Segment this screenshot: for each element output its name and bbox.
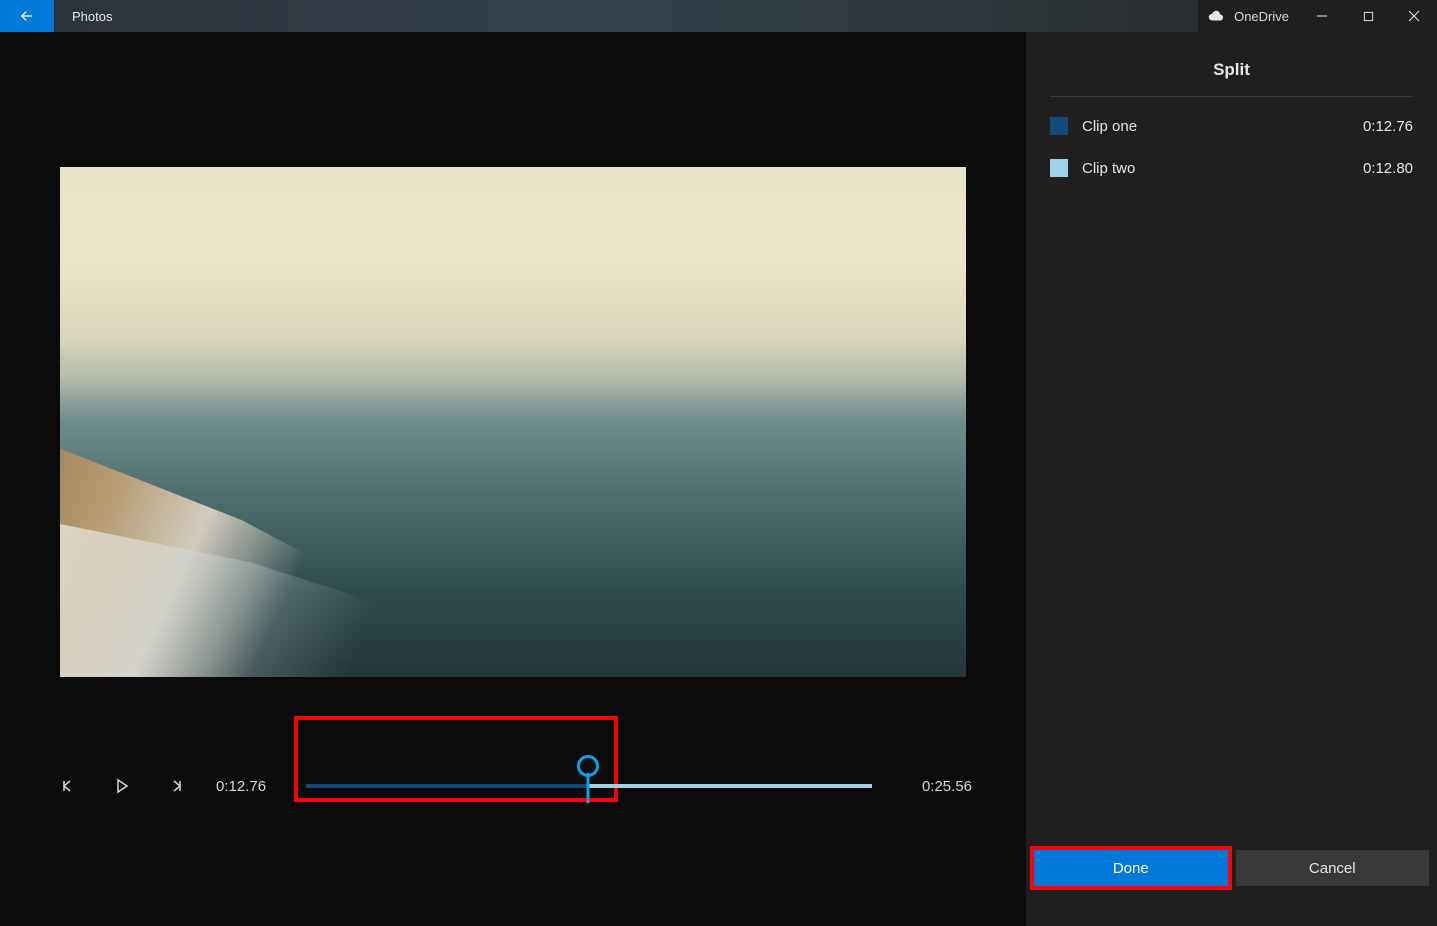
minimize-button[interactable] [1299,0,1345,32]
arrow-left-icon [18,7,36,25]
app-title: Photos [54,0,1198,32]
panel-title: Split [1050,32,1413,97]
clip-row[interactable]: Clip one 0:12.76 [1050,117,1413,135]
current-time: 0:12.76 [216,778,280,795]
maximize-button[interactable] [1345,0,1391,32]
clip-one-segment [306,784,588,788]
done-button-label: Done [1113,860,1149,877]
cancel-button[interactable]: Cancel [1236,850,1430,886]
clip-two-segment [588,784,872,788]
clip-row[interactable]: Clip two 0:12.80 [1050,159,1413,177]
title-bar: Photos OneDrive [0,0,1437,32]
panel-footer: Done Cancel [1026,850,1437,926]
split-handle-stem [587,773,590,803]
split-handle[interactable] [577,775,599,797]
play-icon [114,778,130,794]
clip-label: Clip one [1082,118,1137,135]
clip-duration: 0:12.76 [1363,118,1413,135]
minimize-icon [1316,10,1328,22]
cancel-button-label: Cancel [1309,860,1356,877]
back-button[interactable] [0,0,54,32]
video-preview[interactable] [60,167,966,677]
maximize-icon [1363,11,1374,22]
timeline[interactable] [306,746,872,826]
clip-list: Clip one 0:12.76 Clip two 0:12.80 [1026,97,1437,197]
end-time: 0:25.56 [908,778,972,795]
onedrive-status[interactable]: OneDrive [1198,0,1299,32]
onedrive-label: OneDrive [1234,9,1289,24]
close-button[interactable] [1391,0,1437,32]
cloud-icon [1208,10,1226,22]
previous-frame-button[interactable] [54,772,82,800]
preview-pane: 0:12.76 0:25.56 [0,32,1026,926]
step-forward-icon [168,778,184,794]
annotation-highlight [294,716,618,802]
play-button[interactable] [108,772,136,800]
app-window: Photos OneDrive [0,0,1437,926]
done-button[interactable]: Done [1034,850,1228,886]
clip-color-swatch [1050,159,1068,177]
close-icon [1408,10,1420,22]
main-area: 0:12.76 0:25.56 Split [0,32,1437,926]
clip-label: Clip two [1082,160,1135,177]
side-panel: Split Clip one 0:12.76 Clip two 0:12.80 … [1026,32,1437,926]
preview-decor [60,422,604,677]
step-back-icon [60,778,76,794]
next-frame-button[interactable] [162,772,190,800]
playback-controls: 0:12.76 0:25.56 [0,746,1026,826]
clip-color-swatch [1050,117,1068,135]
clip-duration: 0:12.80 [1363,160,1413,177]
